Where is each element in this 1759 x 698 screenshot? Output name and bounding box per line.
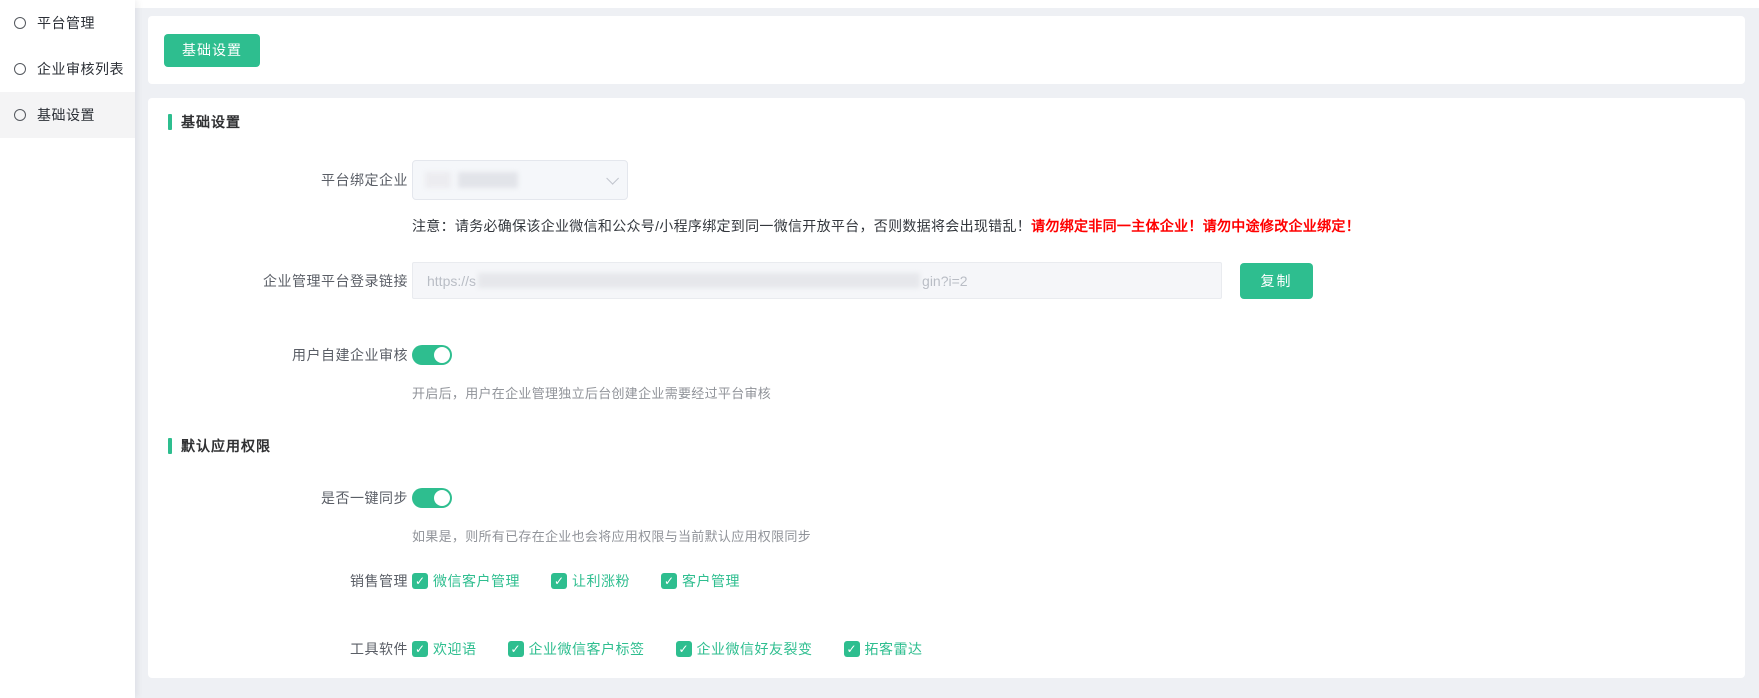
copy-button[interactable]: 复制: [1240, 263, 1313, 299]
radio-circle-icon: [14, 63, 26, 75]
section-header-basic-settings: 基础设置: [168, 114, 1725, 130]
bind-company-label: 平台绑定企业: [168, 170, 408, 190]
checkbox-checked-icon: ✓: [412, 573, 428, 589]
note-warning-text: 请勿绑定非同一主体企业！请勿中途修改企业绑定！: [1031, 218, 1360, 234]
checkbox-profit-fans[interactable]: ✓ 让利涨粉: [551, 571, 630, 591]
sales-management-label: 销售管理: [168, 571, 408, 591]
check-icon: ✓: [664, 575, 674, 587]
tool-software-row: 工具软件 ✓ 欢迎语 ✓ 企业微信客户标签 ✓ 企业微信好友裂变 ✓ 拓客雷达: [168, 639, 1725, 659]
checkbox-label: 企业微信客户标签: [529, 639, 645, 659]
checkbox-wechat-customer-management[interactable]: ✓ 微信客户管理: [412, 571, 520, 591]
sales-management-row: 销售管理 ✓ 微信客户管理 ✓ 让利涨粉 ✓ 客户管理: [168, 571, 1725, 591]
sidebar-item-enterprise-review-list[interactable]: 企业审核列表: [0, 46, 135, 92]
checkbox-label: 企业微信好友裂变: [697, 639, 813, 659]
self-review-row: 用户自建企业审核: [168, 345, 1725, 365]
section-header-default-app-permissions: 默认应用权限: [168, 438, 1725, 454]
checkbox-welcome-message[interactable]: ✓ 欢迎语: [412, 639, 477, 659]
check-icon: ✓: [554, 575, 564, 587]
chevron-down-icon: [606, 172, 619, 185]
checkbox-wecom-customer-tags[interactable]: ✓ 企业微信客户标签: [508, 639, 645, 659]
one-key-sync-helper: 如果是，则所有已存在企业也会将应用权限与当前默认应用权限同步: [412, 526, 1725, 545]
sidebar: 平台管理 企业审核列表 基础设置: [0, 0, 135, 698]
login-link-row: 企业管理平台登录链接 https://s gin?i=2 复制: [168, 262, 1725, 299]
section-bar-icon: [168, 438, 172, 454]
tab-basic-settings[interactable]: 基础设置: [164, 34, 260, 67]
checkbox-checked-icon: ✓: [661, 573, 677, 589]
toggle-knob: [434, 347, 450, 363]
check-icon: ✓: [678, 643, 688, 655]
check-icon: ✓: [415, 575, 425, 587]
checkbox-label: 欢迎语: [433, 639, 477, 659]
tool-software-label: 工具软件: [168, 639, 408, 659]
url-suffix-text: gin?i=2: [922, 273, 968, 289]
note-text: 注意：请务必确保该企业微信和公众号/小程序绑定到同一微信开放平台，否则数据将会出…: [412, 218, 1031, 234]
checkbox-checked-icon: ✓: [551, 573, 567, 589]
bind-company-note: 注意：请务必确保该企业微信和公众号/小程序绑定到同一微信开放平台，否则数据将会出…: [412, 216, 1725, 236]
sidebar-item-label: 基础设置: [37, 105, 95, 125]
radio-circle-icon: [14, 17, 26, 29]
checkbox-checked-icon: ✓: [844, 641, 860, 657]
section-title-text: 基础设置: [181, 112, 241, 132]
redacted-url-segment: [478, 273, 920, 288]
bind-company-select[interactable]: [412, 160, 628, 200]
sidebar-item-basic-settings[interactable]: 基础设置: [0, 92, 135, 138]
sidebar-item-platform-management[interactable]: 平台管理: [0, 0, 135, 46]
checkbox-label: 拓客雷达: [865, 639, 923, 659]
redacted-company-segment: [425, 172, 451, 188]
check-icon: ✓: [510, 643, 520, 655]
url-prefix-text: https://s: [427, 273, 476, 289]
checkbox-label: 客户管理: [682, 571, 740, 591]
bind-company-row: 平台绑定企业: [168, 160, 1725, 200]
checkbox-checked-icon: ✓: [508, 641, 524, 657]
one-key-sync-toggle[interactable]: [412, 488, 452, 508]
one-key-sync-label: 是否一键同步: [168, 488, 408, 508]
main-content: 基础设置 基础设置 平台绑定企业 注意：请务必确保该企业微信和公众号/小程序绑定…: [148, 0, 1745, 678]
section-title-text: 默认应用权限: [181, 436, 271, 456]
section-bar-icon: [168, 114, 172, 130]
checkbox-customer-radar[interactable]: ✓ 拓客雷达: [844, 639, 923, 659]
self-review-toggle[interactable]: [412, 345, 452, 365]
sidebar-item-label: 企业审核列表: [37, 59, 124, 79]
checkbox-customer-management[interactable]: ✓ 客户管理: [661, 571, 740, 591]
redacted-company-segment: [458, 172, 518, 188]
tab-bar: 基础设置: [148, 16, 1745, 84]
one-key-sync-row: 是否一键同步: [168, 488, 1725, 508]
checkbox-label: 让利涨粉: [572, 571, 630, 591]
check-icon: ✓: [415, 643, 425, 655]
settings-form-card: 基础设置 平台绑定企业 注意：请务必确保该企业微信和公众号/小程序绑定到同一微信…: [148, 98, 1745, 678]
check-icon: ✓: [846, 643, 856, 655]
checkbox-label: 微信客户管理: [433, 571, 520, 591]
self-review-label: 用户自建企业审核: [168, 345, 408, 365]
radio-circle-icon: [14, 109, 26, 121]
toggle-knob: [434, 490, 450, 506]
self-review-helper: 开启后，用户在企业管理独立后台创建企业需要经过平台审核: [412, 383, 1725, 402]
checkbox-checked-icon: ✓: [676, 641, 692, 657]
login-link-input[interactable]: https://s gin?i=2: [412, 262, 1222, 299]
sidebar-item-label: 平台管理: [37, 13, 95, 33]
checkbox-wecom-friend-fission[interactable]: ✓ 企业微信好友裂变: [676, 639, 813, 659]
checkbox-checked-icon: ✓: [412, 641, 428, 657]
login-link-label: 企业管理平台登录链接: [168, 271, 408, 291]
